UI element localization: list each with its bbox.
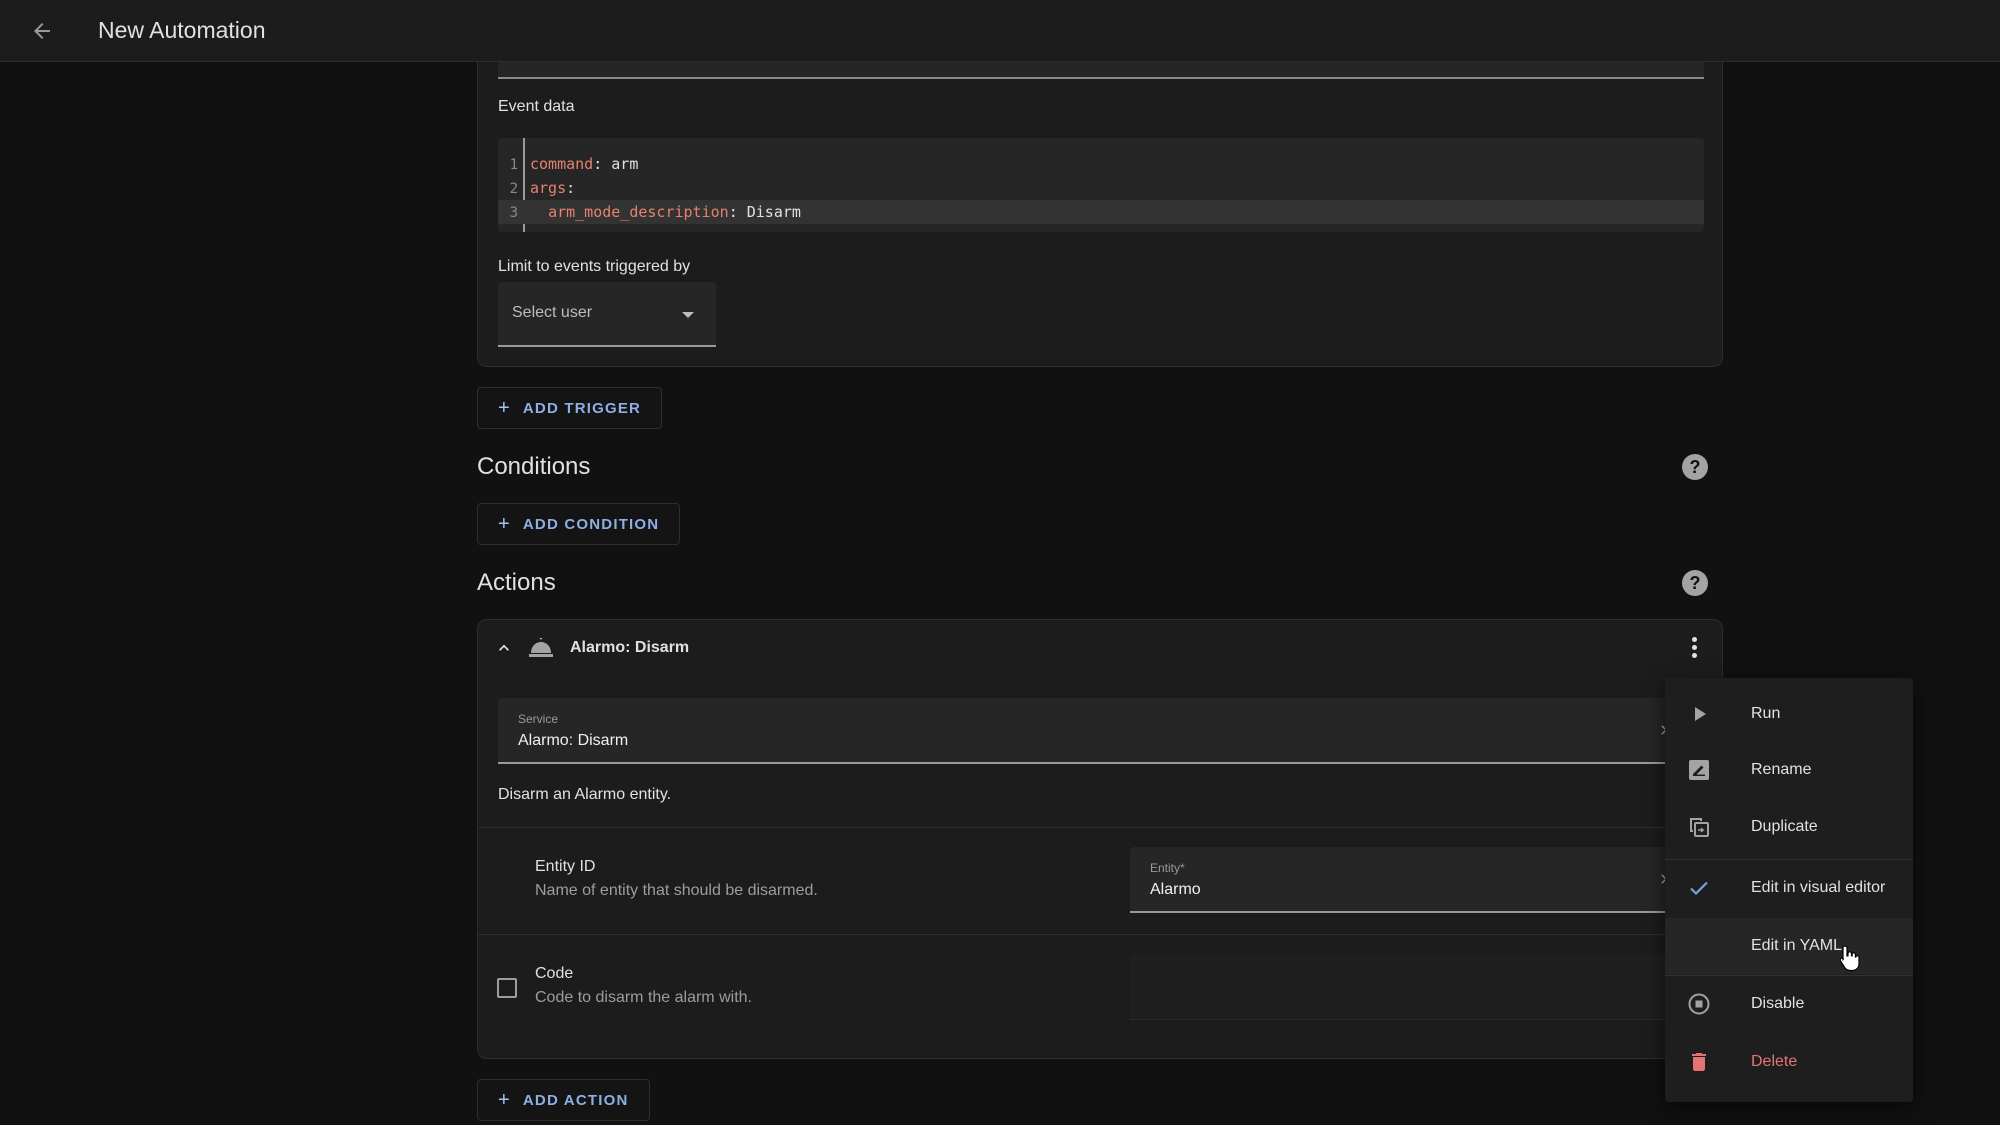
code-line: 2 args:	[509, 179, 576, 197]
arrow-left-icon	[34, 22, 50, 39]
add-action-button[interactable]: + ADD ACTION	[477, 1079, 650, 1121]
caret-down-icon	[682, 312, 694, 318]
action-overflow-menu: Run Rename Duplicate Edit in visual edit…	[1665, 678, 1913, 1102]
action-card: Alarmo: Disarm Service Alarmo: Disarm Di…	[477, 619, 1723, 1059]
actions-help-icon[interactable]: ?	[1682, 570, 1708, 596]
stop-circle-icon	[1688, 993, 1710, 1015]
service-field-value: Alarmo: Disarm	[518, 732, 629, 749]
add-condition-label: ADD CONDITION	[522, 515, 660, 533]
action-header[interactable]: Alarmo: Disarm	[478, 620, 1722, 676]
menu-item-disable[interactable]: Disable	[1665, 976, 1913, 1032]
limit-label: Limit to events triggered by	[498, 258, 691, 275]
service-description: Disarm an Alarmo entity.	[498, 786, 672, 803]
trigger-card: Event data 1 command: arm 2 args: 3 arm_…	[477, 62, 1723, 367]
actions-heading: Actions	[477, 569, 556, 596]
event-type-field[interactable]	[498, 62, 1704, 79]
menu-item-duplicate[interactable]: Duplicate	[1665, 799, 1913, 855]
conditions-help-icon[interactable]: ?	[1682, 454, 1708, 480]
rename-icon	[1689, 760, 1709, 780]
check-icon	[1690, 881, 1708, 896]
code-title: Code	[535, 965, 574, 982]
entity-field-label: Entity*	[1150, 861, 1185, 875]
back-button[interactable]	[20, 9, 64, 53]
code-checkbox[interactable]	[497, 978, 517, 998]
add-condition-button[interactable]: + ADD CONDITION	[477, 503, 681, 545]
entity-id-title: Entity ID	[535, 858, 596, 875]
divider	[478, 934, 1722, 935]
play-icon	[1695, 707, 1706, 721]
plus-icon: +	[498, 1088, 511, 1111]
menu-item-delete[interactable]: Delete	[1665, 1034, 1913, 1090]
entity-field[interactable]: Entity* Alarmo	[1130, 847, 1704, 913]
menu-item-run[interactable]: Run	[1665, 686, 1913, 742]
select-user-dropdown[interactable]: Select user	[498, 282, 716, 347]
menu-item-edit-yaml[interactable]: Edit in YAML	[1665, 918, 1913, 974]
delete-icon	[1692, 1053, 1706, 1071]
select-user-placeholder: Select user	[512, 304, 593, 321]
code-field[interactable]	[1130, 954, 1704, 1020]
more-vert-icon[interactable]	[1682, 634, 1706, 662]
menu-item-edit-visual[interactable]: Edit in visual editor	[1665, 860, 1913, 916]
event-data-label: Event data	[498, 98, 575, 115]
menu-item-rename[interactable]: Rename	[1665, 742, 1913, 798]
add-action-label: ADD ACTION	[522, 1091, 629, 1109]
duplicate-icon	[1690, 818, 1709, 837]
top-app-bar: New Automation	[0, 0, 2000, 62]
code-description: Code to disarm the alarm with.	[535, 989, 752, 1006]
bell-icon	[529, 638, 553, 657]
plus-icon: +	[498, 396, 511, 419]
chevron-up-icon[interactable]	[494, 638, 514, 658]
entity-field-value: Alarmo	[1150, 881, 1201, 898]
add-trigger-label: ADD TRIGGER	[522, 399, 642, 417]
action-title: Alarmo: Disarm	[570, 639, 690, 656]
entity-id-description: Name of entity that should be disarmed.	[535, 882, 818, 899]
add-trigger-button[interactable]: + ADD TRIGGER	[477, 387, 663, 429]
divider	[478, 827, 1722, 828]
event-data-code-editor[interactable]: 1 command: arm 2 args: 3 arm_mode_descri…	[498, 138, 1704, 232]
conditions-heading: Conditions	[477, 453, 591, 480]
code-line: 1 command: arm	[509, 155, 639, 173]
service-field-label: Service	[518, 712, 559, 726]
plus-icon: +	[498, 512, 511, 535]
code-line-active: 3 arm_mode_description: Disarm	[498, 200, 1704, 224]
page-title: New Automation	[98, 17, 266, 43]
service-field[interactable]: Service Alarmo: Disarm	[498, 698, 1704, 764]
